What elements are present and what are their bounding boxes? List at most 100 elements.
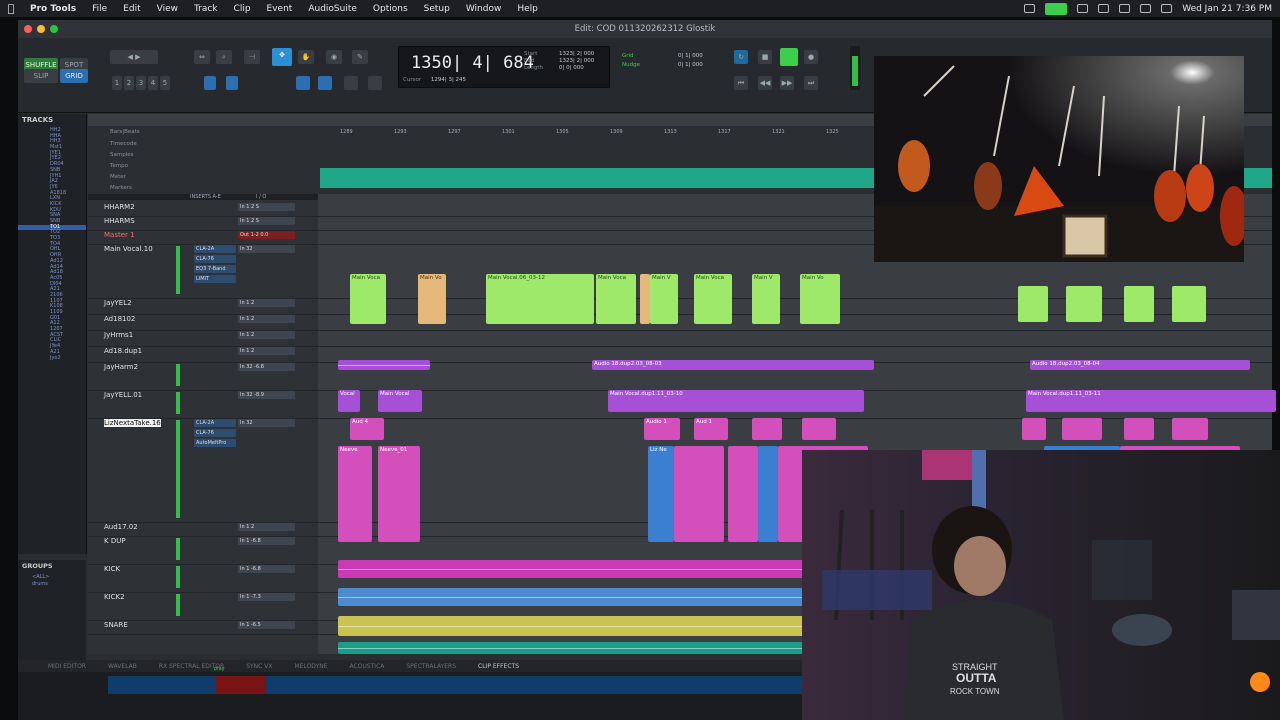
clip-main-vocal-b[interactable]: Main Vo <box>418 274 446 324</box>
clip-liz-b[interactable] <box>758 446 778 542</box>
scrubber-tool-icon[interactable]: ◉ <box>326 50 342 64</box>
zoom-toggle-icon[interactable] <box>368 76 382 90</box>
clip-main-vocal-f[interactable]: Main Voca <box>694 274 732 324</box>
menu-edit[interactable]: Edit <box>115 4 148 14</box>
recording-indicator-icon[interactable] <box>1045 2 1068 15</box>
track-name[interactable]: Ad18102 <box>104 315 135 323</box>
clip-aud-h[interactable] <box>1124 418 1154 440</box>
track-io-selector[interactable]: Out 1-2 0.0 <box>238 231 295 239</box>
grid-value[interactable]: 0| 1| 000 <box>678 52 703 61</box>
link-track-icon[interactable] <box>226 76 238 90</box>
zoom-preset-3[interactable]: 3 <box>136 76 146 90</box>
zoom-preset-4[interactable]: 4 <box>148 76 158 90</box>
menu-setup[interactable]: Setup <box>416 4 458 14</box>
trim-tool-icon[interactable]: ⊣ <box>244 50 260 64</box>
clip-aud-b[interactable]: Audio 1 <box>644 418 680 440</box>
track-name[interactable]: JayYELL.01 <box>104 391 142 399</box>
track-io-selector[interactable]: In 1 2 <box>238 299 295 307</box>
bottom-tab[interactable]: SYNC VX <box>246 663 272 670</box>
clip-aud-g[interactable] <box>1062 418 1102 440</box>
close-window-button[interactable] <box>24 25 32 33</box>
clip-main-vocal-g[interactable]: Main V <box>752 274 780 324</box>
track-io-selector[interactable]: In 32 <box>238 419 295 427</box>
clip-main-vocal-e[interactable]: Main V <box>650 274 678 324</box>
clip-neeve-c[interactable] <box>674 446 724 542</box>
insert-slot[interactable]: LIMIT <box>194 275 236 283</box>
apple-icon[interactable]:  <box>0 2 22 15</box>
zoom-buttons[interactable]: ◀ ▶ <box>110 50 158 64</box>
menu-app[interactable]: Pro Tools <box>22 4 84 14</box>
clip-mv-dup2[interactable]: Main Vocal.dup1.11_03-11 <box>1026 390 1276 412</box>
insert-slot[interactable]: AutoMeltPro <box>194 439 236 447</box>
display-icon[interactable] <box>1024 4 1036 13</box>
wifi-icon[interactable] <box>1119 4 1131 13</box>
track-io-selector[interactable]: In 1 -6.8 <box>238 565 295 573</box>
track-io-selector[interactable]: In 1 2 <box>238 523 295 531</box>
magnify-tool-icon[interactable]: ⌕ <box>216 50 232 64</box>
track-name[interactable]: JayHarm2 <box>104 363 138 371</box>
menu-window[interactable]: Window <box>458 4 510 14</box>
track-name[interactable]: SNARE <box>104 621 128 629</box>
track-io-selector[interactable]: In 1 2 <box>238 331 295 339</box>
control-center-icon[interactable] <box>1161 4 1173 13</box>
bottom-tab[interactable]: CLIP EFFECTS <box>478 663 519 670</box>
track-name[interactable]: Master 1 <box>104 231 135 239</box>
track-name[interactable]: Main Vocal.10 <box>104 245 153 253</box>
main-counter-value[interactable]: 1350| 4| 684 <box>411 53 534 73</box>
clip-snare-wave[interactable] <box>338 642 820 654</box>
clip-tan-fragment[interactable] <box>640 274 650 324</box>
zoomer-tool-icon[interactable]: ⇔ <box>194 50 210 64</box>
tab-to-transient-icon[interactable] <box>296 76 310 90</box>
clip-vocal-a[interactable]: Vocal <box>338 390 360 412</box>
search-icon[interactable] <box>1140 4 1152 13</box>
clip-audio18-b[interactable]: Audio 18.dup2.03_08-04 <box>1030 360 1250 370</box>
track-name[interactable]: HHARMS <box>104 217 135 225</box>
loop-icon[interactable]: ↻ <box>734 50 748 64</box>
pencil-tool-icon[interactable]: ✎ <box>352 50 368 64</box>
group-drums[interactable]: drums <box>18 581 86 588</box>
zoom-preset-5[interactable]: 5 <box>160 76 170 90</box>
menubar-clock[interactable]: Wed Jan 21 7:36 PM <box>1182 4 1272 14</box>
clip-aud-d[interactable] <box>752 418 782 440</box>
clip-purple-a[interactable] <box>338 360 430 370</box>
clip-kdup-wave[interactable] <box>338 560 820 578</box>
menu-options[interactable]: Options <box>365 4 416 14</box>
clip-aud-i[interactable] <box>1172 418 1208 440</box>
mirror-midi-icon[interactable] <box>318 76 332 90</box>
track-name[interactable]: KICK2 <box>104 593 125 601</box>
clip-main-vocal-c[interactable]: Main Vocal.06_03-12 <box>486 274 594 324</box>
clip-mv-dup1[interactable]: Main Vocal.dup1.11_03-10 <box>608 390 864 412</box>
menu-help[interactable]: Help <box>509 4 546 14</box>
bottom-tab[interactable]: MELODYNE <box>294 663 327 670</box>
clip-aud-f[interactable] <box>1022 418 1046 440</box>
menu-file[interactable]: File <box>84 4 115 14</box>
insert-slot[interactable]: EQ3 7-Band <box>194 265 236 273</box>
track-io-selector[interactable]: In 32 -6.8 <box>238 363 295 371</box>
clip-main-vocal-a[interactable]: Main Voca <box>350 274 386 324</box>
clip-neeve-d[interactable] <box>728 446 758 542</box>
menu-clip[interactable]: Clip <box>226 4 259 14</box>
bottom-tab[interactable]: SPECTRALAYERS <box>406 663 456 670</box>
clip-vocal-b[interactable]: Main Vocal <box>378 390 422 412</box>
track-io-selector[interactable]: In 1 2 S <box>238 217 295 225</box>
fast-forward-button[interactable]: ▶▶ <box>780 76 794 90</box>
clip-green-late-3[interactable] <box>1124 286 1154 322</box>
menu-audiosuite[interactable]: AudioSuite <box>300 4 365 14</box>
clip-neeve-b[interactable]: Neeve_01 <box>378 446 420 542</box>
menu-event[interactable]: Event <box>259 4 301 14</box>
track-io-selector[interactable]: In 1 2 <box>238 347 295 355</box>
track-io-selector[interactable]: In 1 2 <box>238 315 295 323</box>
menu-track[interactable]: Track <box>186 4 226 14</box>
link-timeline-icon[interactable] <box>204 76 216 90</box>
insert-slot[interactable]: CLA-76 <box>194 429 236 437</box>
record-button[interactable]: ● <box>804 50 818 64</box>
grid-mode-button[interactable]: GRID <box>60 69 88 83</box>
menu-view[interactable]: View <box>149 4 186 14</box>
bottom-tab[interactable]: ACOUSTICA <box>350 663 385 670</box>
clip-audio18-a[interactable]: Audio 18.dup2.03_08-03 <box>592 360 874 370</box>
play-button[interactable] <box>780 48 798 66</box>
clip-green-late-2[interactable] <box>1066 286 1102 322</box>
clip-main-vocal-h[interactable]: Main Vo <box>800 274 840 324</box>
clip-main-vocal-d[interactable]: Main Voca <box>596 274 636 324</box>
clip-green-late-4[interactable] <box>1172 286 1206 322</box>
